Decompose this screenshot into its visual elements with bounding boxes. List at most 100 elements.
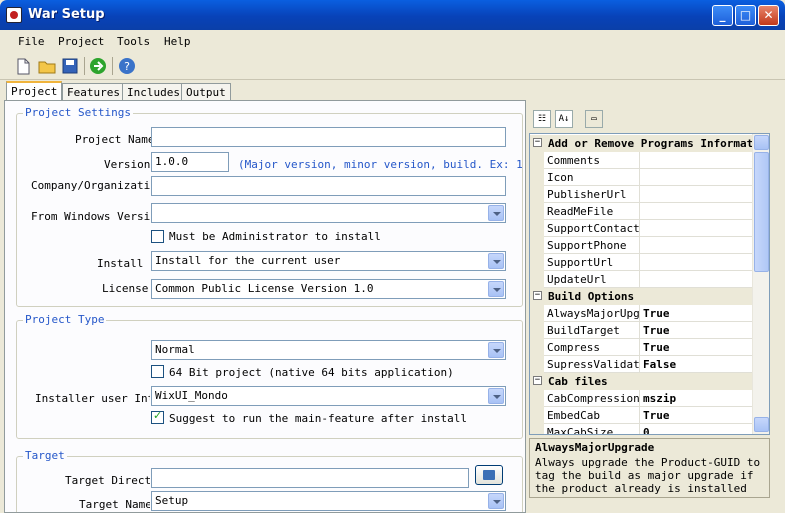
property-row[interactable]: Icon [530,169,752,186]
project-type-combo[interactable]: Normal [151,340,506,360]
property-row[interactable]: Comments [530,152,752,169]
chevron-down-icon[interactable] [488,205,504,221]
row-gutter [530,220,544,237]
project-name-field[interactable] [151,127,506,147]
version-hint: (Major version, minor version, build. Ex… [238,158,526,171]
property-value[interactable] [640,169,752,186]
property-value[interactable] [640,220,752,237]
install-for-combo[interactable]: Install for the current user [151,251,506,271]
installer-ui-label: Installer user Interface [35,392,150,405]
minimize-button[interactable]: _ [712,5,733,26]
sort-alpha-icon[interactable]: A↓ [555,110,573,128]
chevron-down-icon[interactable] [488,281,504,297]
property-value[interactable]: True [640,322,752,339]
menu-tools[interactable]: Tools [117,35,150,48]
version-field[interactable]: 1.0.0 [151,152,229,172]
run-icon[interactable] [89,57,107,75]
property-row[interactable]: SupportContact [530,220,752,237]
browse-folder-button[interactable] [475,465,503,485]
property-scrollbar[interactable] [752,134,769,434]
property-name: SupressValidation [544,356,640,373]
property-value[interactable] [640,186,752,203]
property-row[interactable]: PublisherUrl [530,186,752,203]
target-dir-field[interactable] [151,468,469,488]
maximize-button[interactable]: □ [735,5,756,26]
row-gutter [530,424,544,434]
property-row[interactable]: UpdateUrl [530,271,752,288]
tab-project[interactable]: Project [6,81,63,101]
row-gutter [530,186,544,203]
property-value[interactable]: mszip [640,390,752,407]
menu-project[interactable]: Project [58,35,104,48]
new-file-icon[interactable] [14,57,32,75]
property-category[interactable]: − Add or Remove Programs Information [530,135,752,152]
row-gutter [530,237,544,254]
chevron-down-icon[interactable] [488,253,504,269]
property-value[interactable]: True [640,305,752,322]
property-value[interactable]: True [640,339,752,356]
description-title: AlwaysMajorUpgrade [535,441,655,454]
target-name-combo[interactable]: Setup [151,491,506,511]
property-value[interactable]: True [640,407,752,424]
property-row[interactable]: BuildTarget True [530,322,752,339]
property-value[interactable] [640,254,752,271]
collapse-icon[interactable]: − [533,138,542,147]
tab-output[interactable]: Output [181,83,231,101]
window-title: War Setup [28,7,105,22]
target-title: Target [23,449,67,462]
property-row[interactable]: SupportPhone [530,237,752,254]
property-value[interactable] [640,271,752,288]
property-value[interactable] [640,237,752,254]
property-name: BuildTarget [544,322,640,339]
property-row[interactable]: Compress True [530,339,752,356]
suggest-checkbox[interactable] [151,409,164,424]
category-label: Add or Remove Programs Information [548,137,752,150]
tab-includes[interactable]: Includes [122,83,185,101]
property-value[interactable]: 0 [640,424,752,434]
property-row[interactable]: SupportUrl [530,254,752,271]
property-grid[interactable]: − Add or Remove Programs Information Comme… [529,133,770,435]
collapse-icon[interactable]: − [533,376,542,385]
from-windows-combo[interactable] [151,203,506,223]
property-value[interactable]: False [640,356,752,373]
collapse-icon[interactable]: − [533,291,542,300]
installer-ui-combo[interactable]: WixUI_Mondo [151,386,506,406]
property-row[interactable]: EmbedCab True [530,407,752,424]
tab-features[interactable]: Features [62,83,125,101]
property-category[interactable]: − Build Options [530,288,752,305]
property-category[interactable]: − Cab files [530,373,752,390]
property-row[interactable]: MaxCabSize 0 [530,424,752,434]
scroll-thumb[interactable] [754,152,769,272]
property-row[interactable]: SupressValidationFalse [530,356,752,373]
property-name: SupportUrl [544,254,640,271]
scroll-down-icon[interactable] [754,417,769,432]
chevron-down-icon[interactable] [488,342,504,358]
close-button[interactable]: ✕ [758,5,779,26]
save-icon[interactable] [61,57,79,75]
property-row[interactable]: AlwaysMajorUpgradeTrue [530,305,752,322]
installer-ui-value: WixUI_Mondo [155,389,228,402]
property-value[interactable] [640,203,752,220]
menu-file[interactable]: File [18,35,45,48]
property-row[interactable]: ReadMeFile [530,203,752,220]
property-row[interactable]: CabCompressionLevelmszip [530,390,752,407]
admin-checkbox[interactable] [151,230,164,243]
property-name: AlwaysMajorUpgrade [544,305,640,322]
property-name: EmbedCab [544,407,640,424]
bit64-checkbox[interactable] [151,365,164,378]
menu-help[interactable]: Help [164,35,191,48]
property-pages-icon[interactable]: ▭ [585,110,603,128]
categorized-view-icon[interactable]: ☷ [533,110,551,128]
chevron-down-icon[interactable] [488,388,504,404]
license-combo[interactable]: Common Public License Version 1.0 [151,279,506,299]
help-icon[interactable]: ? [118,57,136,75]
chevron-down-icon[interactable] [488,493,504,509]
row-gutter [530,322,544,339]
app-icon [6,7,22,23]
company-field[interactable] [151,176,506,196]
property-value[interactable] [640,152,752,169]
property-name: PublisherUrl [544,186,640,203]
scroll-up-icon[interactable] [754,135,769,150]
open-folder-icon[interactable] [38,57,56,75]
toolbar-separator [112,57,113,75]
